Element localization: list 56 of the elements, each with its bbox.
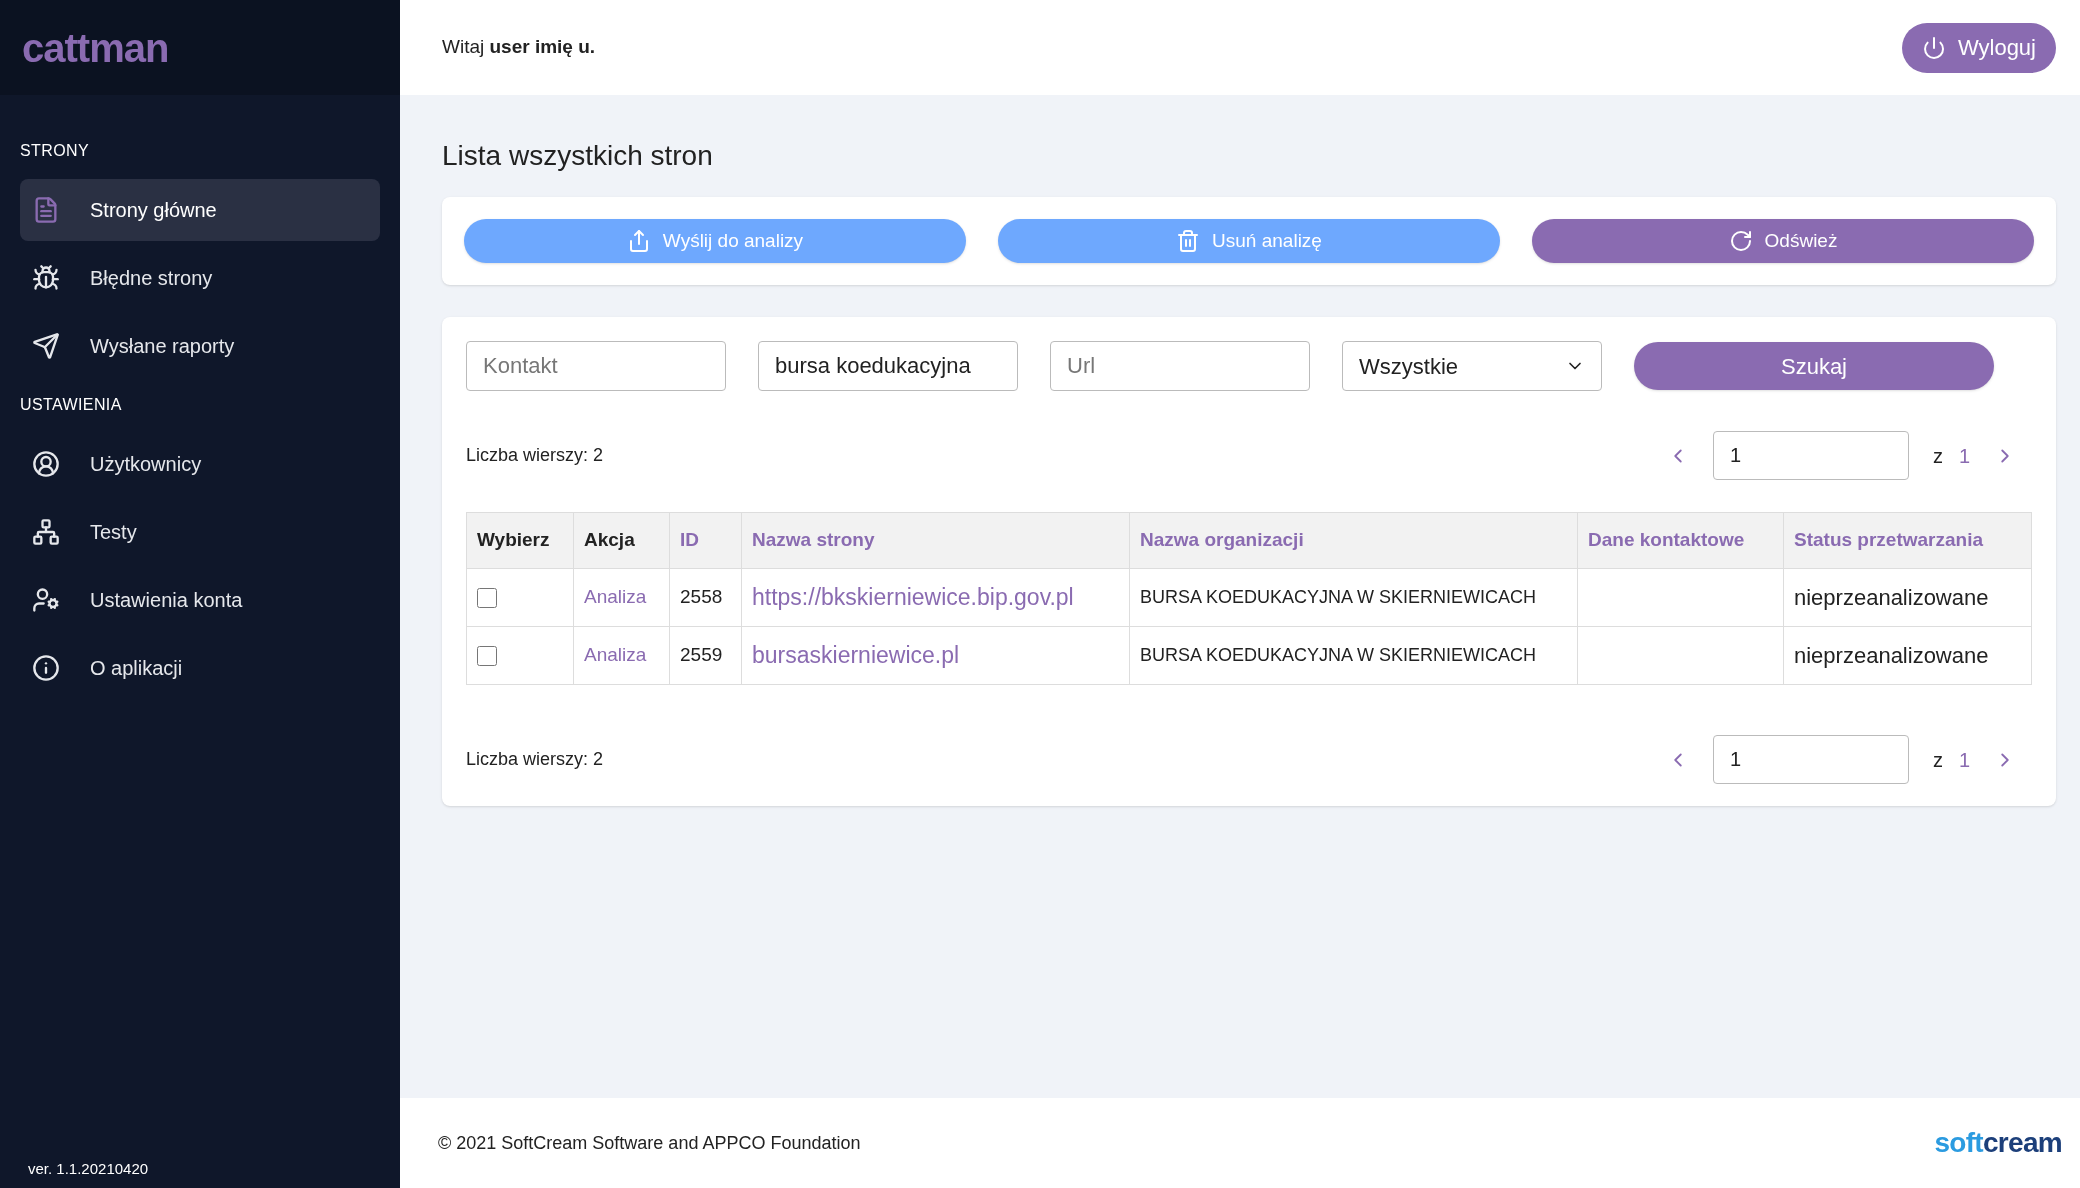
status-dropdown[interactable]: Wszystkie xyxy=(1342,341,1602,391)
column-header[interactable]: Status przetwarzania xyxy=(1783,512,2032,569)
column-header[interactable]: ID xyxy=(669,512,742,569)
send-icon xyxy=(32,332,60,360)
sidebar-item[interactable]: Użytkownicy xyxy=(20,433,380,495)
column-header[interactable]: Nazwa strony xyxy=(741,512,1130,569)
page-input[interactable]: 1 xyxy=(1712,735,1909,784)
sidebar-item[interactable]: Wysłane raporty xyxy=(20,315,380,377)
url-field[interactable]: Url xyxy=(1050,341,1310,391)
column-header: Wybierz xyxy=(466,512,574,569)
action-button[interactable]: Usuń analizę xyxy=(998,219,1500,263)
column-header[interactable]: Dane kontaktowe xyxy=(1577,512,1784,569)
page-of-label: z xyxy=(1932,747,1943,773)
sidebar-section-title: STRONY xyxy=(20,141,91,161)
sidebar-item[interactable]: Błędne strony xyxy=(20,247,380,309)
contact-field[interactable]: Kontakt xyxy=(466,341,726,391)
version-label: ver. 1.1.20210420 xyxy=(27,1158,150,1179)
table-cell: 2558 xyxy=(669,568,742,627)
refresh-icon xyxy=(1728,229,1753,253)
action-button[interactable]: Wyślij do analizy xyxy=(464,219,966,263)
table-cell: nieprzeanalizowane xyxy=(1783,626,2032,685)
copyright-text: © 2021 SoftCream Software and APPCO Foundation xyxy=(438,1131,861,1155)
brand-logo: softcream xyxy=(1934,1126,2062,1160)
user-icon xyxy=(32,450,60,478)
row-count: Liczba wierszy: 2 xyxy=(466,748,604,771)
total-pages: 1 xyxy=(1958,443,1970,469)
sidebar-item[interactable]: Ustawienia konta xyxy=(20,569,380,631)
total-pages: 1 xyxy=(1958,747,1970,773)
table-cell: BURSA KOEDUKACYJNA W SKIERNIEWICACH xyxy=(1129,568,1578,627)
hierarchy-icon xyxy=(32,518,60,546)
power-icon xyxy=(1921,35,1946,60)
app-logo: cattman xyxy=(22,24,169,72)
row-checkbox[interactable] xyxy=(477,588,497,609)
table-cell: BURSA KOEDUKACYJNA W SKIERNIEWICACH xyxy=(1129,626,1578,685)
name-field[interactable]: bursa koedukacyjna xyxy=(758,341,1018,391)
page-of-label: z xyxy=(1932,443,1943,469)
sidebar-item[interactable]: O aplikacji xyxy=(20,637,380,699)
trash-icon xyxy=(1176,229,1201,253)
info-icon xyxy=(32,654,60,682)
sidebar-item[interactable]: Testy xyxy=(20,501,380,563)
row-count: Liczba wierszy: 2 xyxy=(466,444,604,467)
search-button[interactable]: Szukaj xyxy=(1634,342,1994,390)
column-header[interactable]: Nazwa organizacji xyxy=(1129,512,1578,569)
page-input[interactable]: 1 xyxy=(1712,431,1909,480)
sidebar-item[interactable]: Strony główne xyxy=(20,179,380,241)
sidebar-section-title: USTAWIENIA xyxy=(20,395,123,415)
table-cell: nieprzeanalizowane xyxy=(1783,568,2032,627)
logout-button[interactable]: Wyloguj xyxy=(1901,22,2056,73)
bug-icon xyxy=(32,264,60,292)
page-title: Lista wszystkich stron xyxy=(442,139,714,173)
greeting: Witaj user imię u. xyxy=(442,35,596,60)
row-checkbox[interactable] xyxy=(477,646,497,667)
column-header: Akcja xyxy=(573,512,670,569)
action-button[interactable]: Odśwież xyxy=(1532,219,2034,263)
table-cell: 2559 xyxy=(669,626,742,685)
user-gear-icon xyxy=(32,586,60,614)
